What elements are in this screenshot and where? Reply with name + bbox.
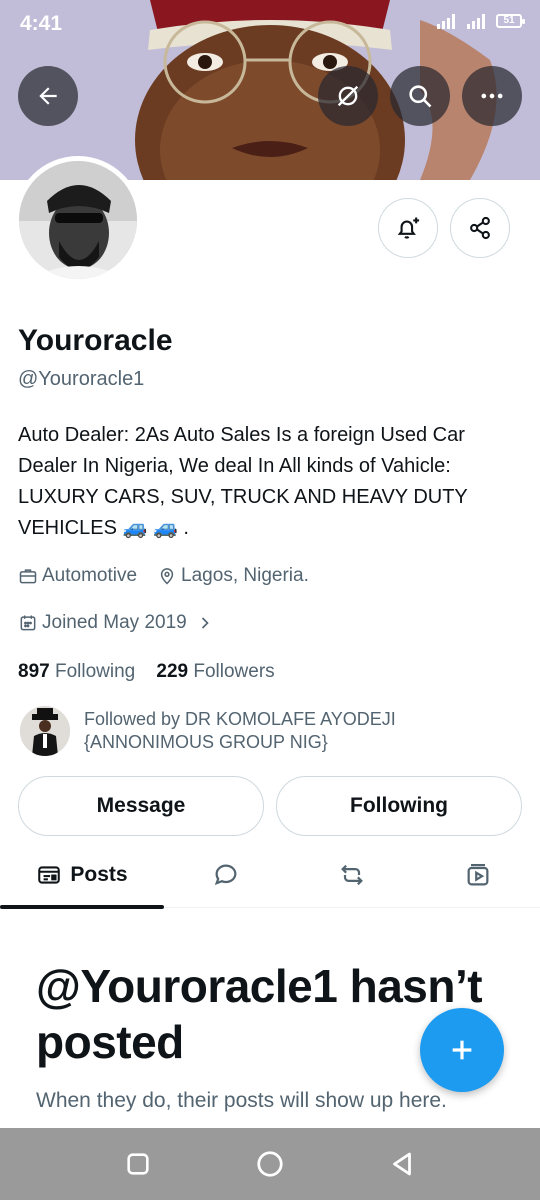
followed-by-text: Followed by DR KOMOLAFE AYODEJI {ANNONIM… xyxy=(84,709,396,752)
profile-category: Automotive xyxy=(42,565,138,586)
followers-link[interactable]: 229 Followers xyxy=(156,661,274,682)
empty-state-subtitle: When they do, their posts will show up h… xyxy=(36,1089,447,1112)
chevron-right-icon xyxy=(201,617,209,629)
followed-by-row[interactable]: Followed by DR KOMOLAFE AYODEJI {ANNONIM… xyxy=(20,706,520,758)
system-navigation-bar xyxy=(0,1128,540,1200)
following-count: 897 xyxy=(18,661,50,682)
translate-toggle-button[interactable] xyxy=(318,66,378,126)
bell-plus-icon xyxy=(397,217,420,239)
share-icon xyxy=(470,216,490,240)
recents-icon xyxy=(127,1153,149,1175)
home-icon xyxy=(257,1151,283,1177)
profile-avatar[interactable] xyxy=(14,156,142,284)
avatar-image xyxy=(19,161,137,279)
following-button[interactable]: Following xyxy=(276,776,522,836)
briefcase-icon xyxy=(19,569,37,584)
status-time: 4:41 xyxy=(20,12,63,35)
profile-location: Lagos, Nigeria. xyxy=(181,565,309,586)
nav-home-button[interactable] xyxy=(254,1148,286,1180)
nav-back-icon xyxy=(393,1152,411,1176)
signal-icon-2 xyxy=(467,14,485,29)
profile-handle: @Youroracle1 xyxy=(18,368,145,390)
translate-off-icon xyxy=(337,85,359,107)
avatar-photo xyxy=(19,161,137,279)
followed-by-avatar-image xyxy=(20,706,70,756)
followers-count: 229 xyxy=(156,661,189,682)
nav-back-button[interactable] xyxy=(386,1148,418,1180)
media-icon xyxy=(467,863,489,886)
reply-icon xyxy=(214,864,237,886)
posts-icon xyxy=(38,866,61,884)
share-button[interactable] xyxy=(450,198,510,258)
message-button[interactable]: Message xyxy=(18,776,264,836)
tab-reposts[interactable] xyxy=(322,842,382,908)
more-icon xyxy=(481,93,503,99)
profile-tabs: Posts xyxy=(0,842,540,909)
followed-by-avatar xyxy=(20,706,70,756)
profile-bio: Auto Dealer: 2As Auto Sales Is a foreign… xyxy=(18,424,468,539)
signal-icon xyxy=(437,14,455,29)
profile-meta-row: Automotive Lagos, Nigeria. xyxy=(18,565,309,587)
more-options-button[interactable] xyxy=(462,66,522,126)
nav-recents-button[interactable] xyxy=(122,1148,154,1180)
search-button[interactable] xyxy=(390,66,450,126)
tab-posts[interactable]: Posts xyxy=(0,842,164,909)
profile-name: Youroracle xyxy=(18,324,173,357)
tab-active-indicator xyxy=(0,905,164,909)
follow-counts: 897 Following 229 Followers xyxy=(18,661,275,683)
back-arrow-icon xyxy=(39,87,57,105)
location-pin-icon xyxy=(160,568,174,585)
following-link[interactable]: 897 Following xyxy=(18,661,135,682)
tab-posts-label: Posts xyxy=(70,863,128,886)
tab-replies[interactable] xyxy=(196,842,256,908)
profile-joined-row[interactable]: Joined May 2019 xyxy=(18,612,219,634)
plus-icon xyxy=(452,1040,472,1060)
tab-media[interactable] xyxy=(448,842,508,908)
calendar-icon xyxy=(20,615,36,631)
status-bar: 4:41 51 xyxy=(0,0,540,48)
profile-joined: Joined May 2019 xyxy=(42,612,187,633)
search-icon xyxy=(409,85,432,108)
compose-fab-button[interactable] xyxy=(420,1008,504,1092)
battery-icon: 51 xyxy=(496,14,525,28)
repost-icon xyxy=(341,864,363,886)
notifications-button[interactable] xyxy=(378,198,438,258)
following-count-label: Following xyxy=(54,661,136,682)
back-button[interactable] xyxy=(18,66,78,126)
followers-count-label: Followers xyxy=(193,661,275,682)
status-icons: 51 xyxy=(436,12,525,30)
